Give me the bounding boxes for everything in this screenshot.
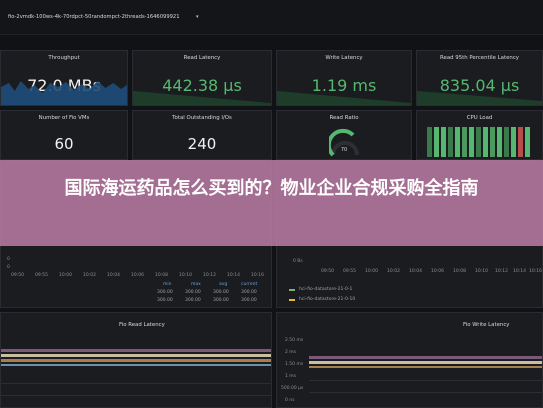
- dashboard-header: fio-2vmdk-100ws-4k-70rdpct-50randompct-2…: [0, 0, 543, 35]
- grid-line: [309, 392, 542, 393]
- article-title: 国际海运药品怎么买到的？物业企业合规采购全指南: [64, 178, 479, 199]
- y-tick: 2 ms: [285, 350, 297, 355]
- y-tick: 500.00 µs: [281, 386, 304, 391]
- y-tick: 0 ns: [285, 398, 295, 403]
- series-line: [1, 359, 271, 362]
- x-tick: 10:16: [251, 273, 264, 278]
- throughput-sparkline: [1, 81, 127, 105]
- outstanding-ios-panel[interactable]: Total Outstanding I/Os 240: [132, 110, 272, 160]
- legend-cell: 300.00: [185, 290, 201, 295]
- legend-cell: 300.00: [157, 298, 173, 303]
- legend-header-avg: avg: [219, 282, 228, 287]
- y-tick: 0 Bs: [293, 259, 303, 264]
- legend-cell: 300.00: [241, 298, 257, 303]
- x-tick: 10:02: [83, 273, 96, 278]
- y-tick: 0: [7, 265, 10, 270]
- cpu-load-bars: [427, 127, 535, 157]
- x-tick: 10:04: [107, 273, 120, 278]
- read-95th-latency-panel[interactable]: Read 95th Percentile Latency 835.04 µs: [416, 50, 543, 106]
- y-tick: 2.50 ms: [285, 338, 304, 343]
- legend-cell: 300.00: [213, 290, 229, 295]
- x-tick: 10:08: [453, 269, 466, 274]
- read-95th-sparkline: [417, 91, 542, 105]
- fio-write-latency-panel[interactable]: Fio Write Latency 2.50 ms 2 ms 1.50 ms 1…: [276, 312, 543, 408]
- x-tick: 10:06: [131, 273, 144, 278]
- legend-header-current: current: [241, 282, 258, 287]
- x-tick: 10:16: [529, 269, 542, 274]
- panel-title: Fio Write Latency: [463, 322, 510, 328]
- panel-title: CPU Load: [466, 115, 493, 121]
- series-line: [1, 364, 271, 366]
- legend-cell: 300.00: [241, 290, 257, 295]
- legend-header-min: min: [163, 282, 172, 287]
- panel-title: Number of Fio VMs: [38, 115, 90, 121]
- read-ratio-panel[interactable]: Read Ratio 70: [276, 110, 412, 160]
- series-line: [309, 356, 542, 359]
- dashboard-title[interactable]: fio-2vmdk-100ws-4k-70rdpct-50randompct-2…: [8, 14, 180, 20]
- fio-vms-value: 60: [54, 135, 74, 153]
- series-line: [309, 361, 542, 364]
- legend-cell: 300.00: [185, 298, 201, 303]
- cpu-load-panel[interactable]: CPU Load: [416, 110, 543, 160]
- read-ratio-value: 70: [340, 147, 348, 153]
- panel-title: Write Latency: [325, 55, 363, 61]
- panel-title: Throughput: [48, 55, 80, 61]
- y-tick: 1 ms: [285, 374, 297, 379]
- chevron-down-icon[interactable]: ▾: [196, 14, 199, 20]
- read-ratio-gauge: [329, 128, 359, 157]
- panel-title: Read Latency: [183, 55, 221, 61]
- series-line: [1, 349, 271, 352]
- legend-cell: 300.00: [157, 290, 173, 295]
- series-line: [309, 366, 542, 368]
- grid-line: [1, 383, 271, 384]
- outstanding-ios-value: 240: [187, 135, 217, 153]
- x-tick: 10:10: [179, 273, 192, 278]
- legend-item[interactable]: hci-fio-datastore-21-0-1: [299, 287, 352, 292]
- throughput-panel[interactable]: Throughput 72.0 MBs: [0, 50, 128, 106]
- x-tick: 10:14: [227, 273, 240, 278]
- legend-item[interactable]: hci-fio-datastore-21-0-10: [299, 297, 355, 302]
- grid-line: [309, 380, 542, 381]
- panel-title: Read 95th Percentile Latency: [440, 55, 519, 61]
- x-tick: 10:00: [365, 269, 378, 274]
- x-tick: 09:55: [343, 269, 356, 274]
- x-tick: 09:55: [35, 273, 48, 278]
- write-latency-panel[interactable]: Write Latency 1.19 ms: [276, 50, 412, 106]
- article-title-banner: 国际海运药品怎么买到的？物业企业合规采购全指南: [0, 160, 543, 246]
- y-tick: 0: [7, 257, 10, 262]
- grid-line: [1, 395, 271, 396]
- write-latency-sparkline: [277, 91, 411, 105]
- read-latency-panel[interactable]: Read Latency 442.38 µs: [132, 50, 272, 106]
- fio-read-latency-panel[interactable]: Fio Read Latency: [0, 312, 272, 408]
- read-latency-sparkline: [133, 91, 271, 105]
- x-tick: 10:10: [475, 269, 488, 274]
- x-tick: 10:14: [513, 269, 526, 274]
- x-tick: 09:50: [11, 273, 24, 278]
- x-tick: 10:12: [495, 269, 508, 274]
- legend-swatch: [289, 299, 295, 301]
- x-tick: 10:08: [155, 273, 168, 278]
- panel-title: Fio Read Latency: [119, 322, 165, 328]
- x-tick: 10:04: [409, 269, 422, 274]
- x-tick: 10:02: [387, 269, 400, 274]
- panel-title: Read Ratio: [329, 115, 359, 121]
- legend-cell: 300.00: [213, 298, 229, 303]
- x-tick: 10:12: [203, 273, 216, 278]
- x-tick: 09:50: [321, 269, 334, 274]
- x-tick: 10:00: [59, 273, 72, 278]
- x-tick: 10:06: [431, 269, 444, 274]
- y-tick: 1.50 ms: [285, 362, 304, 367]
- legend-swatch: [289, 289, 295, 291]
- series-line: [1, 354, 271, 357]
- legend-header-max: max: [191, 282, 201, 287]
- panel-title: Total Outstanding I/Os: [172, 115, 232, 121]
- fio-vms-panel[interactable]: Number of Fio VMs 60: [0, 110, 128, 160]
